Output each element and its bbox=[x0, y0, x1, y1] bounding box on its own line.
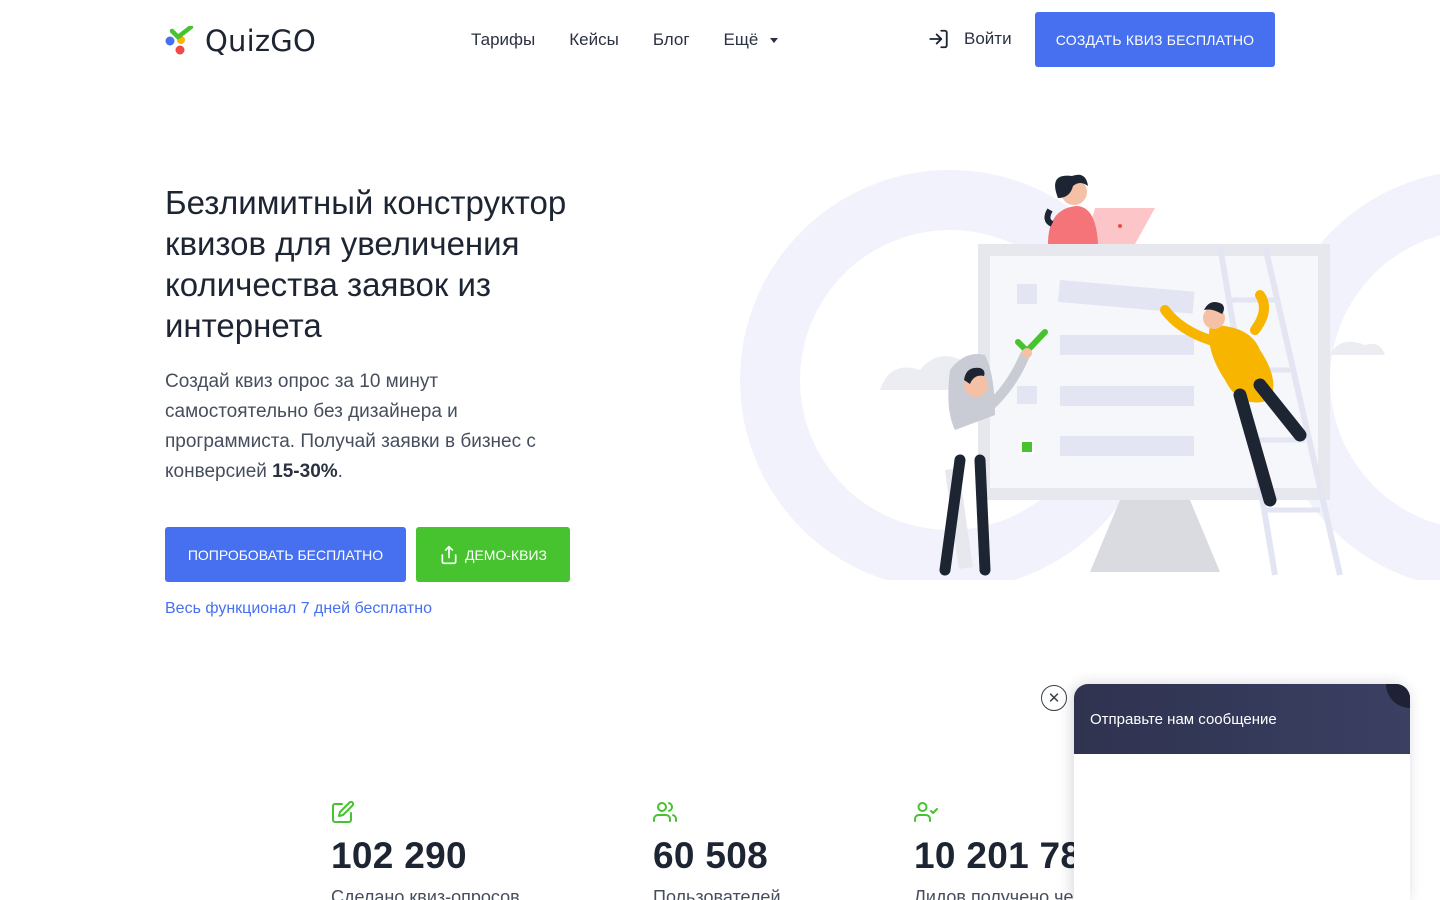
nav-item-cases[interactable]: Кейсы bbox=[569, 30, 619, 50]
hero-subtitle-conversion: 15-30% bbox=[272, 461, 338, 482]
stat-value: 60 508 bbox=[653, 835, 768, 876]
user-check-icon bbox=[914, 802, 938, 822]
close-icon: ✕ bbox=[1047, 689, 1061, 707]
hero-subtitle-end: . bbox=[337, 461, 343, 482]
demo-quiz-label: ДЕМО-КВИЗ bbox=[464, 546, 548, 563]
hero-subtitle: Создай квиз опрос за 10 минут самостояте… bbox=[165, 367, 585, 487]
caret-down-icon bbox=[770, 38, 779, 43]
login-label: Войти bbox=[964, 29, 1012, 48]
stat-label: Лидов получено че bbox=[914, 887, 1074, 900]
nav-item-more-label: Ещё bbox=[723, 30, 759, 49]
nav-item-more[interactable]: Ещё bbox=[724, 30, 779, 50]
stat-value: 10 201 78 bbox=[914, 835, 1082, 876]
try-free-button[interactable]: ПОПРОБОВАТЬ БЕСПЛАТНО bbox=[165, 527, 406, 582]
hero-subtitle-text: Создай квиз опрос за 10 минут самостояте… bbox=[165, 371, 536, 482]
login-link[interactable]: Войти bbox=[927, 28, 1012, 50]
hero-title: Безлимитный конструктор квизов для увели… bbox=[165, 184, 567, 344]
nav-item-blog[interactable]: Блог bbox=[653, 30, 690, 50]
page: QuizGO Тарифы Кейсы Блог Ещё Войти СОЗДА… bbox=[0, 0, 1440, 900]
share-upload-icon bbox=[441, 545, 457, 564]
sign-in-icon bbox=[929, 29, 948, 49]
stat-label: Сделано квиз-опросов bbox=[331, 887, 520, 900]
users-icon bbox=[653, 802, 677, 822]
chat-close-button[interactable]: ✕ bbox=[1041, 685, 1067, 711]
nav-item-tariffs[interactable]: Тарифы bbox=[471, 30, 535, 50]
hero-illustration bbox=[740, 170, 1440, 580]
main-nav: Тарифы Кейсы Блог Ещё bbox=[471, 30, 779, 50]
logo[interactable]: QuizGO bbox=[165, 24, 316, 58]
chat-header[interactable]: Отправьте нам сообщение bbox=[1074, 684, 1410, 754]
create-quiz-button[interactable]: СОЗДАТЬ КВИЗ БЕСПЛАТНО bbox=[1035, 12, 1275, 67]
chat-header-text: Отправьте нам сообщение bbox=[1090, 710, 1277, 728]
chat-widget[interactable]: Отправьте нам сообщение bbox=[1074, 684, 1410, 900]
stat-leads: 10 201 78 Лидов получено че bbox=[914, 800, 1081, 900]
trial-note-link[interactable]: Весь функционал 7 дней бесплатно bbox=[165, 600, 432, 618]
logo-icon bbox=[165, 24, 195, 56]
stat-quizzes: 102 290 Сделано квиз-опросов bbox=[331, 800, 520, 900]
chat-corner-fold bbox=[1386, 684, 1410, 708]
demo-quiz-button[interactable]: ДЕМО-КВИЗ bbox=[416, 527, 570, 582]
logo-text: QuizGO bbox=[205, 24, 316, 58]
stat-value: 102 290 bbox=[331, 835, 467, 876]
stat-label: Пользователей bbox=[653, 887, 781, 900]
edit-icon bbox=[332, 800, 355, 823]
stat-users: 60 508 Пользователей bbox=[653, 800, 781, 900]
header: QuizGO Тарифы Кейсы Блог Ещё Войти СОЗДА… bbox=[0, 0, 1440, 80]
